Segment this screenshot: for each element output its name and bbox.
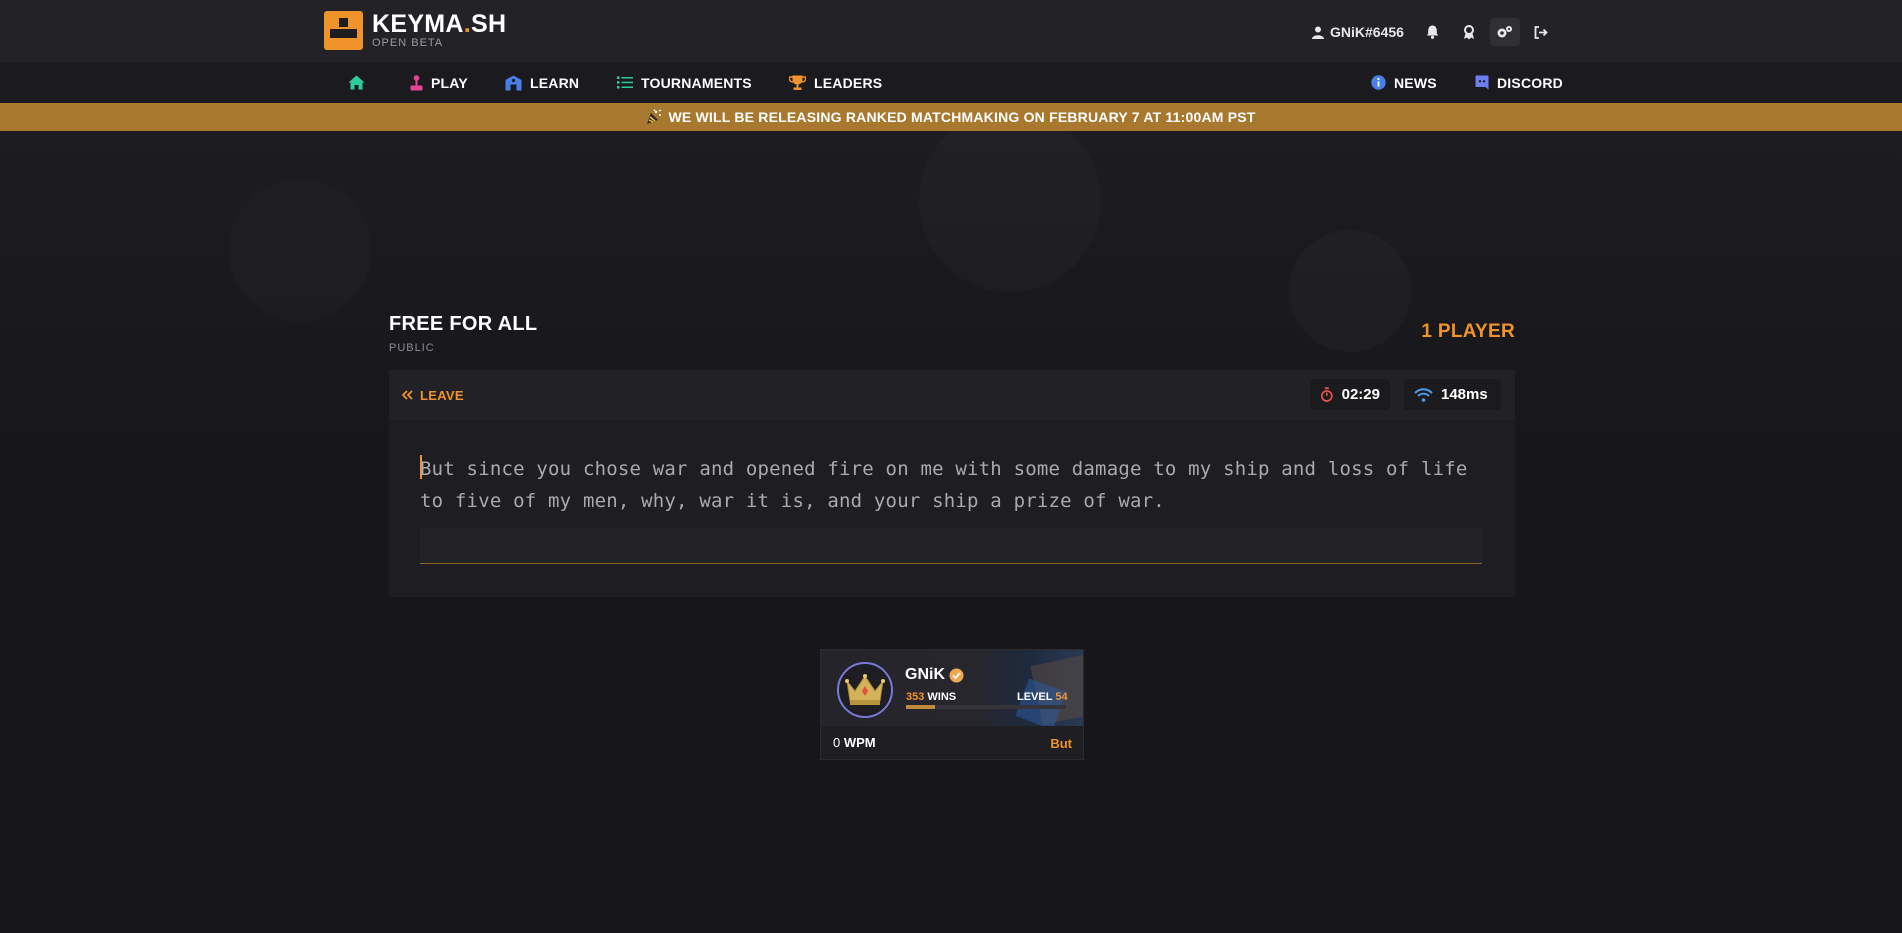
player-name: GNiK	[905, 666, 964, 684]
joystick-icon	[410, 74, 423, 90]
player-wpm: 0 WPM	[833, 735, 876, 750]
top-bar: KEYMA.SH OPEN BETA GNiK#6456	[0, 0, 1902, 62]
typing-text-line: But since you chose war and opened fire …	[420, 458, 1468, 480]
game-header: FREE FOR ALL PUBLIC	[389, 313, 537, 354]
username-label: GNiK#6456	[1330, 24, 1404, 40]
nav-play-label: PLAY	[431, 74, 468, 91]
achievements-button[interactable]	[1454, 18, 1484, 46]
nav-learn[interactable]: LEARN	[505, 62, 579, 103]
mode-visibility: PUBLIC	[389, 342, 435, 354]
award-icon	[1463, 24, 1474, 39]
gears-icon	[1497, 26, 1513, 38]
panel-toolbar: LEAVE 02:29 148ms	[389, 370, 1515, 420]
logo-icon	[324, 11, 363, 50]
player-count: 1 PLAYER	[1421, 321, 1515, 342]
nav-discord[interactable]: DISCORD	[1475, 62, 1563, 103]
nav-news[interactable]: NEWS	[1371, 62, 1437, 103]
typing-input[interactable]	[420, 528, 1482, 564]
logout-icon	[1534, 25, 1548, 39]
list-icon	[617, 76, 633, 89]
crown-icon	[845, 674, 885, 705]
avatar	[837, 662, 893, 718]
user-area: GNiK#6456	[1312, 18, 1556, 46]
nav-learn-label: LEARN	[530, 74, 580, 91]
double-chevron-left-icon	[402, 390, 413, 400]
nav-leaders[interactable]: LEADERS	[789, 62, 882, 103]
announcement-banner: WE WILL BE RELEASING RANKED MATCHMAKING …	[0, 103, 1902, 131]
party-popper-icon	[647, 109, 662, 124]
nav-tournaments-label: TOURNAMENTS	[641, 74, 752, 91]
ping-value: 148ms	[1441, 386, 1488, 403]
nav-news-label: NEWS	[1394, 74, 1437, 91]
discord-icon	[1475, 75, 1489, 90]
bell-icon	[1427, 25, 1439, 39]
nav-play[interactable]: PLAY	[410, 62, 468, 103]
user-icon	[1312, 26, 1324, 39]
timer-display: 02:29	[1310, 379, 1390, 410]
typing-text: But since you chose war and opened fire …	[420, 453, 1480, 517]
settings-button[interactable]	[1489, 18, 1520, 46]
xp-progress-fill	[906, 705, 935, 709]
banner-text: WE WILL BE RELEASING RANKED MATCHMAKING …	[668, 109, 1256, 125]
logout-button[interactable]	[1526, 18, 1556, 46]
notifications-button[interactable]	[1418, 18, 1448, 46]
leave-button[interactable]: LEAVE	[402, 370, 464, 420]
nav-discord-label: DISCORD	[1497, 74, 1563, 91]
player-name-label: GNiK	[905, 666, 945, 683]
player-current-word: But	[1050, 736, 1072, 751]
info-icon	[1371, 75, 1386, 90]
ping-display: 148ms	[1404, 379, 1501, 410]
nav-tournaments[interactable]: TOURNAMENTS	[617, 62, 752, 103]
player-card[interactable]: GNiK 353 WINS LEVEL 54 0 WPM But	[820, 649, 1084, 760]
home-icon	[348, 75, 365, 90]
nav-home[interactable]	[348, 62, 373, 103]
wifi-icon	[1414, 387, 1433, 402]
logo[interactable]: KEYMA.SH OPEN BETA	[324, 11, 506, 50]
player-card-stats: 0 WPM But	[821, 726, 1083, 759]
logo-title: KEYMA.SH	[372, 10, 507, 38]
stopwatch-icon	[1320, 386, 1333, 402]
nav-bar: PLAY LEARN TOURNAMENTS LEADERS NEWS DISC…	[0, 62, 1902, 103]
school-icon	[505, 75, 522, 90]
timer-value: 02:29	[1341, 386, 1380, 403]
typing-text-line: to five of my men, why, war it is, and y…	[420, 490, 1165, 512]
xp-progress-bar	[906, 705, 1066, 709]
mode-title: FREE FOR ALL	[389, 313, 538, 335]
player-card-banner: GNiK 353 WINS LEVEL 54	[821, 650, 1083, 726]
username-link[interactable]: GNiK#6456	[1312, 24, 1404, 40]
typing-panel: LEAVE 02:29 148ms But since you chose wa…	[389, 370, 1515, 597]
trophy-icon	[789, 75, 806, 90]
verified-icon	[949, 668, 964, 682]
logo-subtitle: OPEN BETA	[372, 37, 444, 49]
nav-leaders-label: LEADERS	[814, 74, 883, 91]
leave-label: LEAVE	[420, 387, 464, 403]
player-level: LEVEL 54	[1017, 691, 1068, 703]
player-wins: 353 WINS	[906, 691, 957, 703]
